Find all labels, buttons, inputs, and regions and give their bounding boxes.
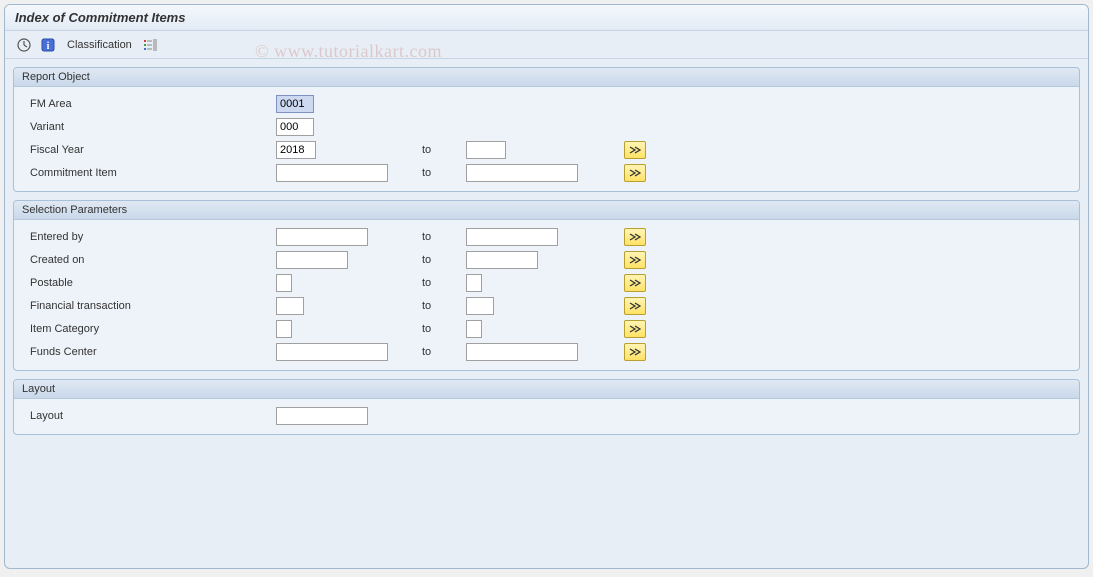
label-entered-by: Entered by [26,231,276,243]
input-funds-center-to[interactable] [466,343,578,361]
input-layout[interactable] [276,407,368,425]
input-fiscal-year-to[interactable] [466,141,506,159]
group-report-object: Report Object FM Area Variant Fiscal Yea… [13,67,1080,192]
group-header-report-object: Report Object [14,68,1079,87]
label-to-postable: to [416,277,466,289]
label-funds-center: Funds Center [26,346,276,358]
group-selection-parameters: Selection Parameters Entered by to Creat… [13,200,1080,371]
classification-button[interactable]: Classification [63,39,136,51]
multi-select-fiscal-year[interactable] [624,141,646,159]
input-variant[interactable] [276,118,314,136]
label-fiscal-year: Fiscal Year [26,144,276,156]
input-postable-to[interactable] [466,274,482,292]
watermark: © www.tutorialkart.com [255,41,442,62]
input-funds-center-from[interactable] [276,343,388,361]
input-item-category-to[interactable] [466,320,482,338]
group-layout: Layout Layout [13,379,1080,435]
input-created-on-to[interactable] [466,251,538,269]
group-header-layout: Layout [14,380,1079,399]
info-icon[interactable]: i [39,36,57,54]
group-header-selection-parameters: Selection Parameters [14,201,1079,220]
label-variant: Variant [26,121,276,133]
input-financial-transaction-from[interactable] [276,297,304,315]
input-entered-by-from[interactable] [276,228,368,246]
label-to-entered-by: to [416,231,466,243]
input-postable-from[interactable] [276,274,292,292]
label-to-item-category: to [416,323,466,335]
input-item-category-from[interactable] [276,320,292,338]
input-fiscal-year-from[interactable] [276,141,316,159]
label-commitment-item: Commitment Item [26,167,276,179]
toolbar: i Classification © www.tutorialkart.com [5,31,1088,59]
label-to-commitment-item: to [416,167,466,179]
title-bar: Index of Commitment Items [5,5,1088,31]
input-commitment-item-to[interactable] [466,164,578,182]
svg-text:i: i [47,41,50,52]
execute-icon[interactable] [15,36,33,54]
label-to-fiscal-year: to [416,144,466,156]
multi-select-postable[interactable] [624,274,646,292]
input-entered-by-to[interactable] [466,228,558,246]
input-commitment-item-from[interactable] [276,164,388,182]
label-to-funds-center: to [416,346,466,358]
multi-select-funds-center[interactable] [624,343,646,361]
label-to-financial-transaction: to [416,300,466,312]
input-financial-transaction-to[interactable] [466,297,494,315]
window-title: Index of Commitment Items [15,10,185,25]
label-postable: Postable [26,277,276,289]
label-financial-transaction: Financial transaction [26,300,276,312]
multi-select-entered-by[interactable] [624,228,646,246]
input-fm-area[interactable] [276,95,314,113]
label-to-created-on: to [416,254,466,266]
label-item-category: Item Category [26,323,276,335]
label-fm-area: FM Area [26,98,276,110]
label-layout: Layout [26,410,276,422]
input-created-on-from[interactable] [276,251,348,269]
hierarchy-icon[interactable] [142,36,160,54]
multi-select-created-on[interactable] [624,251,646,269]
multi-select-item-category[interactable] [624,320,646,338]
multi-select-commitment-item[interactable] [624,164,646,182]
main-window: Index of Commitment Items i Classificati… [4,4,1089,569]
label-created-on: Created on [26,254,276,266]
content-area: Report Object FM Area Variant Fiscal Yea… [5,59,1088,451]
multi-select-financial-transaction[interactable] [624,297,646,315]
